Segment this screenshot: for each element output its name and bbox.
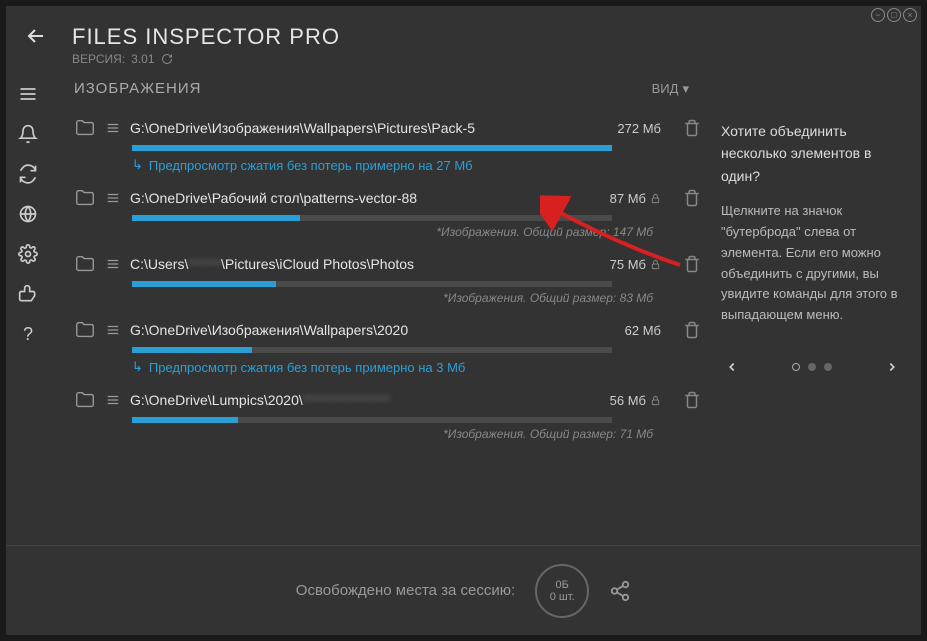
refresh-icon[interactable] [161,53,173,65]
nav-notifications[interactable] [6,114,50,154]
freed-counter: 0Б 0 шт. [535,564,589,618]
question-icon: ? [23,324,33,345]
nav-refresh[interactable] [6,154,50,194]
item-size: 75 Мб [610,257,661,272]
thumbs-up-icon [18,284,38,304]
corner-arrow-icon: ↳ [132,359,143,375]
app-title: FILES INSPECTOR PRO [72,24,921,50]
nav-settings[interactable] [6,234,50,274]
item-subinfo: *Изображения. Общий размер: 83 Мб [74,291,653,305]
list-item[interactable]: G:\OneDrive\Изображения\Wallpapers\Pictu… [74,111,701,181]
bell-icon [18,124,38,144]
nav-help[interactable]: ? [6,314,50,354]
maximize-button[interactable]: □ [887,8,901,22]
minimize-button[interactable]: − [871,8,885,22]
tip-next-button[interactable] [881,356,903,378]
tip-body: Щелкните на значок "бутерброда" слева от… [721,201,903,326]
nav-like[interactable] [6,274,50,314]
tip-prev-button[interactable] [721,356,743,378]
trash-icon[interactable] [683,119,701,137]
view-selector[interactable]: ВИД ▾ [652,81,689,97]
globe-icon [18,204,38,224]
grip-icon[interactable] [106,189,120,207]
usage-bar [132,145,612,151]
item-size: 87 Мб [610,191,661,206]
item-size: 56 Мб [610,393,661,408]
item-path: C:\Users\******\Pictures\iCloud Photos\P… [130,256,600,272]
chevron-left-icon [725,360,739,374]
usage-bar [132,215,300,221]
item-path: G:\OneDrive\Рабочий стол\patterns-vector… [130,190,600,206]
folder-icon [74,117,96,139]
version-label: ВЕРСИЯ: [72,52,125,66]
tip-title: Хотите объединить несколько элементов в … [721,120,903,187]
list-item[interactable]: G:\OneDrive\Рабочий стол\patterns-vector… [74,181,701,247]
chevron-right-icon [885,360,899,374]
item-size: 62 Мб [625,323,661,338]
freed-label: Освобождено места за сессию: [296,582,515,599]
share-icon[interactable] [609,580,631,602]
trash-icon[interactable] [683,391,701,409]
grip-icon[interactable] [106,255,120,273]
grip-icon[interactable] [106,119,120,137]
menu-icon [18,84,38,104]
item-path: G:\OneDrive\Lumpics\2020\***************… [130,392,600,408]
sync-icon [18,164,38,184]
trash-icon[interactable] [683,321,701,339]
list-item[interactable]: C:\Users\******\Pictures\iCloud Photos\P… [74,247,701,313]
nav-menu[interactable] [6,74,50,114]
compression-preview-link[interactable]: ↳ Предпросмотр сжатия без потерь примерн… [132,157,701,173]
usage-bar [132,347,252,353]
folder-icon [74,389,96,411]
lock-icon [650,259,661,270]
chevron-down-icon: ▾ [682,81,689,97]
item-path: G:\OneDrive\Изображения\Wallpapers\2020 [130,322,615,338]
pagination-dot[interactable] [824,363,832,371]
back-button[interactable] [6,6,66,66]
grip-icon[interactable] [106,391,120,409]
grip-icon[interactable] [106,321,120,339]
section-title: ИЗОБРАЖЕНИЯ [74,80,202,97]
item-subinfo: *Изображения. Общий размер: 71 Мб [74,427,653,441]
folder-icon [74,319,96,341]
lock-icon [650,193,661,204]
nav-globe[interactable] [6,194,50,234]
arrow-left-icon [24,24,48,48]
pagination-dot[interactable] [792,363,800,371]
list-item[interactable]: G:\OneDrive\Lumpics\2020\***************… [74,383,701,449]
corner-arrow-icon: ↳ [132,157,143,173]
usage-bar [132,417,238,423]
tip-pagination [792,363,832,371]
folder-list: G:\OneDrive\Изображения\Wallpapers\Pictu… [74,111,701,545]
tip-panel: Хотите объединить несколько элементов в … [711,66,921,545]
item-size: 272 Мб [617,121,661,136]
folder-icon [74,187,96,209]
close-button[interactable]: × [903,8,917,22]
trash-icon[interactable] [683,189,701,207]
item-path: G:\OneDrive\Изображения\Wallpapers\Pictu… [130,120,607,136]
pagination-dot[interactable] [808,363,816,371]
version-number: 3.01 [131,52,154,66]
trash-icon[interactable] [683,255,701,273]
compression-preview-link[interactable]: ↳ Предпросмотр сжатия без потерь примерн… [132,359,701,375]
list-item[interactable]: G:\OneDrive\Изображения\Wallpapers\2020 … [74,313,701,383]
usage-bar [132,281,276,287]
folder-icon [74,253,96,275]
gear-icon [18,244,38,264]
item-subinfo: *Изображения. Общий размер: 147 Мб [74,225,653,239]
lock-icon [650,395,661,406]
